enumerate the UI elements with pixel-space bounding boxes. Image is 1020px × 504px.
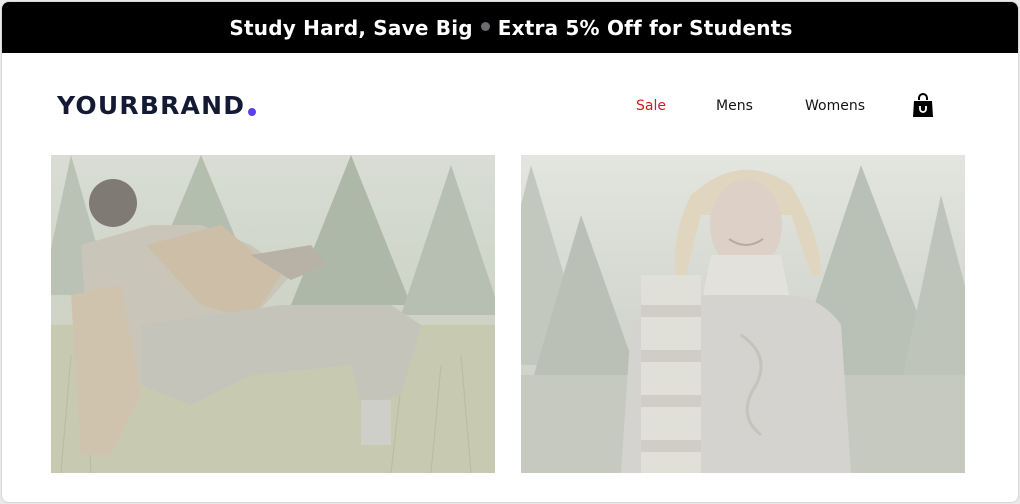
promo-text-primary: Study Hard, Save Big <box>229 15 473 40</box>
hero-image-men[interactable] <box>51 155 495 473</box>
man-outdoors-photo <box>51 155 495 473</box>
brand-logo-dot <box>248 108 257 116</box>
brand-logo-text: YOURBRAND <box>57 91 246 120</box>
site-header: YOURBRAND Sale Mens Womens <box>2 53 1018 156</box>
promo-separator-dot <box>480 22 490 31</box>
shopping-bag-icon[interactable] <box>912 93 934 119</box>
nav-link-mens[interactable]: Mens <box>716 98 753 114</box>
woman-sweater-photo <box>521 165 965 473</box>
promo-text-secondary: Extra 5% Off for Students <box>497 15 793 40</box>
hero-image-women[interactable] <box>521 155 965 473</box>
page-frame: Study Hard, Save Big Extra 5% Off for St… <box>1 1 1019 503</box>
nav-link-sale[interactable]: Sale <box>636 98 666 114</box>
nav-link-womens[interactable]: Womens <box>805 98 865 114</box>
brand-logo[interactable]: YOURBRAND <box>57 91 257 120</box>
promo-banner[interactable]: Study Hard, Save Big Extra 5% Off for St… <box>2 2 1018 53</box>
